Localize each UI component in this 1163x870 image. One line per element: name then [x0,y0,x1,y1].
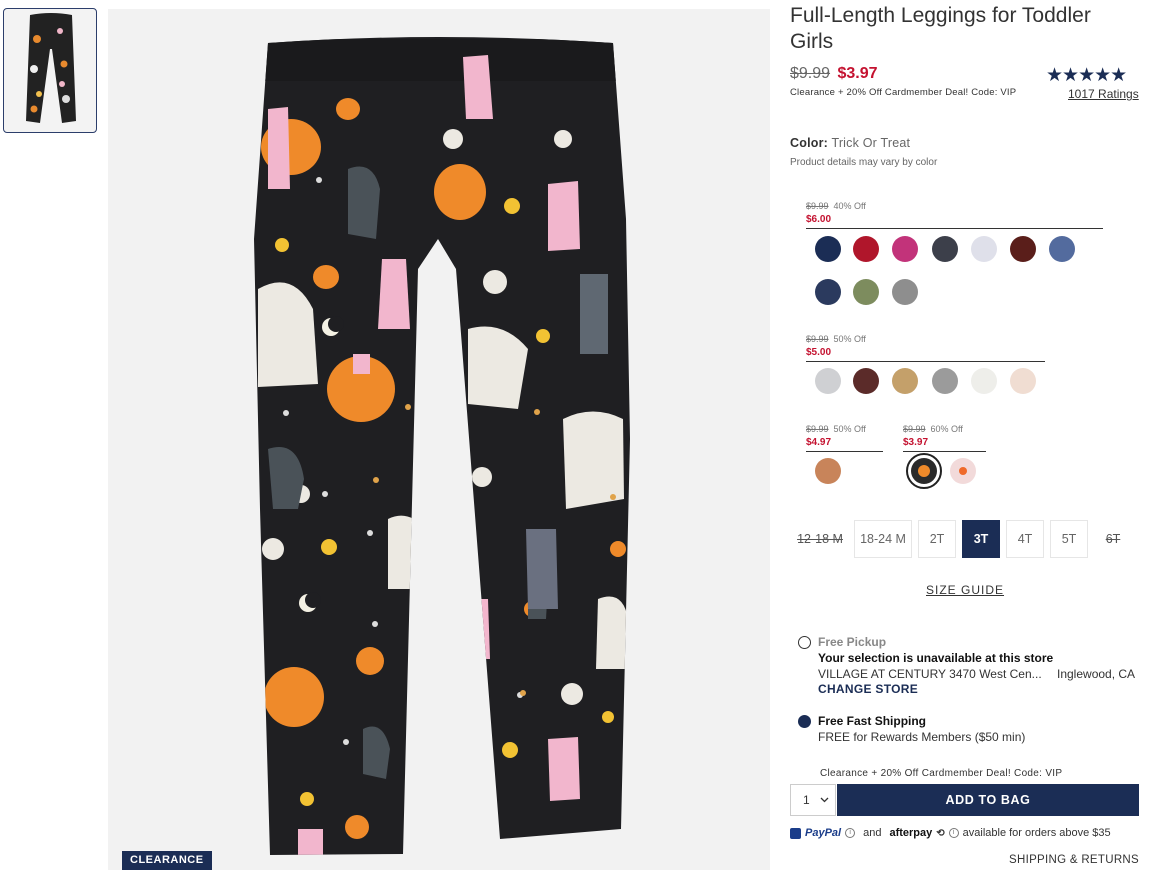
swatch-maroon[interactable] [853,368,879,394]
price-group-4: $9.99 60% Off $3.97 [903,419,986,452]
swatch-leopard[interactable] [1010,236,1036,262]
group-old-price: $9.99 60% Off [903,424,963,434]
swatch-denim-blue[interactable] [1049,236,1075,262]
swatch-grey[interactable] [892,279,918,305]
leggings-image [254,37,630,855]
swatch-heather[interactable] [932,368,958,394]
price-row: $9.99 $3.97 [790,65,878,83]
price-group-3: $9.99 50% Off $4.97 [806,419,883,452]
price-group-2: $9.99 50% Off $5.00 [806,329,1045,362]
swatch-trick-or-treat[interactable] [906,453,942,489]
paypal-label: PayPal [805,827,842,839]
color-label-key: Color: [790,136,828,150]
payment-options: PayPal i and afterpay ⟲ i available for … [790,827,1111,839]
swatch-lilac[interactable] [971,236,997,262]
group-new-price: $3.97 [903,437,929,448]
size-2t[interactable]: 2T [918,520,956,558]
pickup-store: VILLAGE AT CENTURY 3470 West Cen... [818,667,1042,681]
product-title: Full-Length Leggings for Toddler Girls [790,4,1091,53]
swatch-navy-print[interactable] [815,236,841,262]
swatch-pink-pattern[interactable] [892,236,918,262]
shipping-title: Free Fast Shipping [818,714,927,728]
swatch-blush[interactable] [1010,368,1036,394]
pumpkin-icon [959,467,967,475]
ratings-link[interactable]: 1017 Ratings [1068,87,1139,101]
shipping-radio[interactable] [798,715,811,728]
group-old-price: $9.99 50% Off [806,424,866,434]
product-page: CLEARANCE Full-Length Leggings for Toddl… [0,0,1163,870]
pickup-unavailable: Your selection is unavailable at this st… [818,651,1054,665]
size-selector: 12-18 M 18-24 M 2T 3T 4T 5T 6T [792,520,1132,558]
shipping-returns-link[interactable]: SHIPPING & RETURNS [1009,854,1139,866]
paypal-logo-icon [790,827,801,839]
afterpay-label: afterpay [889,827,933,839]
size-5t[interactable]: 5T [1050,520,1088,558]
swatch-cream[interactable] [971,368,997,394]
swatch-red-star[interactable] [853,236,879,262]
group-new-price: $6.00 [806,214,832,225]
swatch-light-grey[interactable] [815,368,841,394]
payments-note: available for orders above $35 [962,827,1111,839]
shipping-sub: FREE for Rewards Members ($50 min) [818,730,1026,744]
info-icon[interactable]: i [948,828,959,838]
afterpay-logo-icon: ⟲ [936,827,945,839]
swatch-charcoal[interactable] [932,236,958,262]
clearance-badge: CLEARANCE [122,851,212,870]
quantity-select[interactable]: 1 [790,784,836,816]
size-4t[interactable]: 4T [1006,520,1044,558]
color-value: Trick Or Treat [831,136,911,150]
leggings-thumbnail-image [26,13,76,123]
swatch-pumpkin-pink[interactable] [950,458,976,484]
swatch-olive[interactable] [853,279,879,305]
change-store-link[interactable]: CHANGE STORE [818,682,918,696]
cart-deal-note: Clearance + 20% Off Cardmember Deal! Cod… [820,768,1063,779]
group-new-price: $5.00 [806,347,832,358]
swatch-tan[interactable] [892,368,918,394]
add-to-bag-button[interactable]: ADD TO BAG [837,784,1139,816]
original-price: $9.99 [790,65,831,82]
quantity-value: 1 [803,793,810,807]
size-12-18m[interactable]: 12-18 M [792,520,848,558]
payments-and: and [863,827,882,839]
pumpkin-icon [918,465,930,477]
info-icon[interactable]: i [845,828,856,838]
swatch-navy[interactable] [815,279,841,305]
pickup-city: Inglewood, CA [1057,667,1136,681]
size-guide-link[interactable]: SIZE GUIDE [926,583,1004,597]
chevron-down-icon [820,797,829,803]
size-6t[interactable]: 6T [1094,520,1132,558]
star-rating-icon: ★★★★★ [1046,65,1127,86]
size-18-24m[interactable]: 18-24 M [854,520,912,558]
sale-price: $3.97 [837,65,878,82]
product-main-image [108,9,770,870]
price-group-1: $9.99 40% Off $6.00 [806,196,1103,229]
deal-note: Clearance + 20% Off Cardmember Deal! Cod… [790,87,1017,98]
size-3t[interactable]: 3T [962,520,1000,558]
color-label: Color: Trick Or Treat [790,136,910,150]
swatch-plaid[interactable] [815,458,841,484]
color-vary-note: Product details may vary by color [790,157,938,168]
thumbnail-leggings[interactable] [3,8,97,133]
group-old-price: $9.99 40% Off [806,201,866,211]
group-new-price: $4.97 [806,437,832,448]
pickup-radio[interactable] [798,636,811,649]
group-old-price: $9.99 50% Off [806,334,866,344]
pickup-title: Free Pickup [818,635,887,649]
